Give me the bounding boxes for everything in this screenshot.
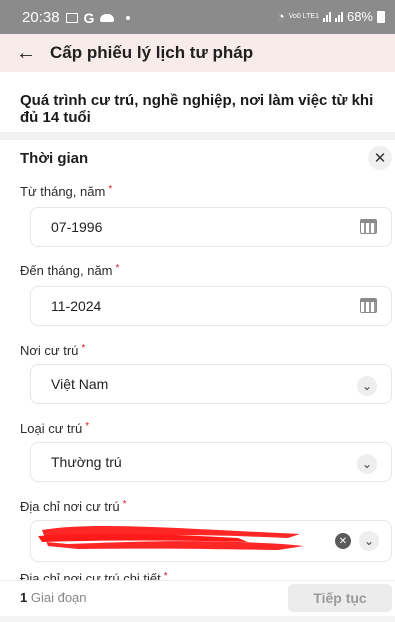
address-label: Địa chỉ nơi cư trú *	[20, 499, 127, 514]
residence-type-label: Loại cư trú *	[20, 421, 89, 436]
stage-indicator: 1 Giai đoạn	[20, 590, 87, 605]
residence-label-text: Nơi cư trú	[20, 343, 79, 358]
battery-percent: 68%	[346, 9, 373, 24]
address-label-text: Địa chỉ nơi cư trú	[20, 499, 120, 514]
gallery-icon	[65, 12, 78, 23]
required-mark: *	[122, 499, 127, 510]
to-date-label-text: Đến tháng, năm	[20, 263, 113, 278]
chevron-down-icon[interactable]: ⌄	[359, 531, 379, 551]
residence-type-value: Thường trú	[51, 454, 122, 470]
from-date-label-text: Từ tháng, năm	[20, 184, 106, 199]
redaction-mark	[38, 526, 304, 550]
battery-icon	[377, 10, 385, 23]
card-header: Thời gian ✕	[20, 146, 392, 170]
arrow-left-icon[interactable]: ←	[16, 42, 42, 65]
cloud-icon	[100, 13, 115, 22]
signal-icon-2	[334, 11, 343, 22]
volte-label: Vo0 LTE1	[288, 13, 319, 20]
wifi-icon: ◔	[276, 9, 285, 24]
signal-icon	[322, 11, 331, 22]
chevron-down-icon[interactable]: ⌄	[357, 376, 377, 396]
notification-dot-icon	[126, 15, 131, 20]
bottom-edge	[0, 616, 395, 622]
app-bar: ← Cấp phiếu lý lịch tư pháp	[0, 34, 395, 72]
calendar-icon[interactable]	[360, 298, 377, 313]
section-title: Quá trình cư trú, nghề nghiệp, nơi làm v…	[20, 92, 374, 126]
required-mark: *	[115, 263, 120, 274]
required-mark: *	[85, 421, 90, 432]
from-date-label: Từ tháng, năm *	[20, 184, 112, 199]
to-date-value: 11-2024	[51, 298, 102, 314]
to-date-field[interactable]: 11-2024	[30, 286, 392, 326]
residence-select[interactable]: Việt Nam ⌄	[30, 364, 392, 404]
required-mark: *	[108, 184, 113, 195]
chevron-down-icon[interactable]: ⌄	[357, 454, 377, 474]
residence-type-label-text: Loại cư trú	[20, 421, 83, 436]
close-icon[interactable]: ✕	[368, 146, 392, 170]
continue-button[interactable]: Tiếp tục	[288, 584, 392, 612]
to-date-label: Đến tháng, năm *	[20, 263, 119, 278]
residence-type-select[interactable]: Thường trú ⌄	[30, 442, 392, 482]
from-date-value: 07-1996	[51, 219, 103, 235]
status-time: 20:38	[22, 9, 60, 26]
residence-label: Nơi cư trú *	[20, 343, 85, 358]
calendar-icon[interactable]	[360, 219, 377, 234]
section-divider	[0, 132, 395, 140]
from-date-field[interactable]: 07-1996	[30, 207, 392, 247]
status-bar: 20:38 G ◔ Vo0 LTE1 68%	[0, 0, 395, 34]
g-label: G	[83, 9, 95, 26]
page-title: Cấp phiếu lý lịch tư pháp	[50, 43, 254, 62]
card-title: Thời gian	[20, 149, 89, 167]
stage-count: 1	[20, 590, 28, 605]
address-actions: ✕ ⌄	[335, 531, 379, 551]
residence-value: Việt Nam	[51, 376, 109, 392]
stage-label: Giai đoạn	[30, 590, 87, 605]
required-mark: *	[81, 343, 86, 354]
clear-icon[interactable]: ✕	[335, 533, 351, 549]
